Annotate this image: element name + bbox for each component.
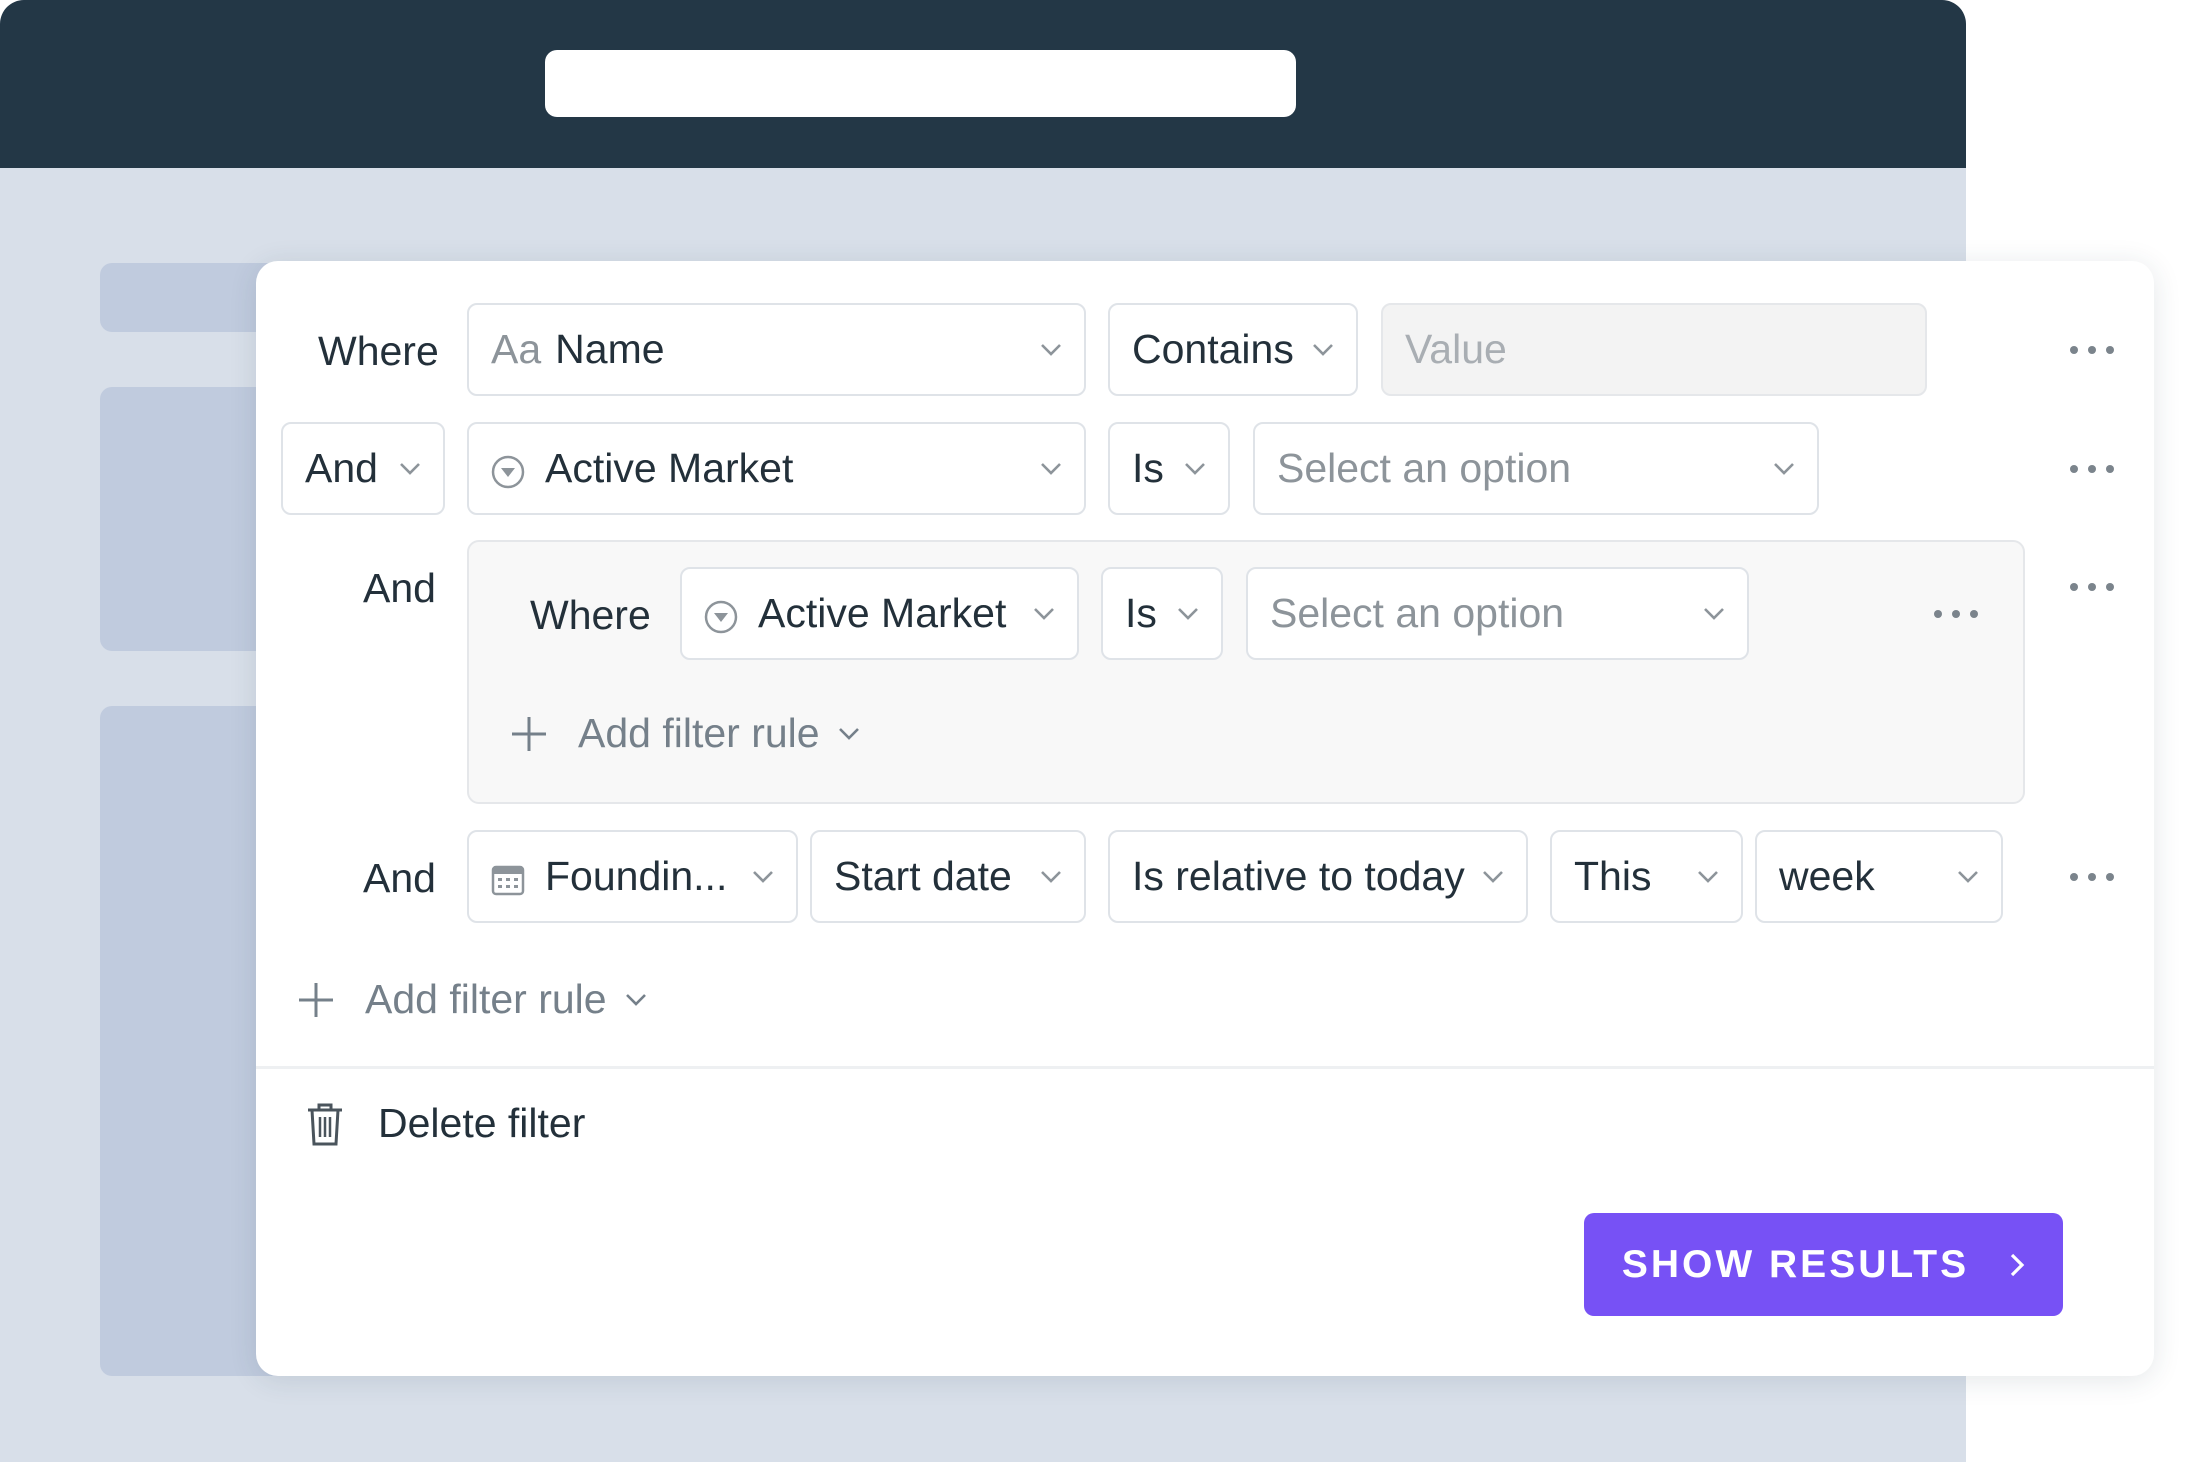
connector-dropdown[interactable]: And — [281, 422, 445, 515]
operator-dropdown[interactable]: Contains — [1108, 303, 1358, 396]
field-dropdown-founding[interactable]: Foundin... — [467, 830, 798, 923]
group-more-options-icon[interactable] — [1934, 607, 1978, 621]
chevron-down-icon — [1312, 343, 1334, 357]
show-results-label: SHOW RESULTS — [1621, 1242, 1970, 1286]
select-property-icon — [704, 597, 738, 633]
chevron-down-icon — [1697, 870, 1719, 884]
operator-dropdown[interactable]: Is — [1108, 422, 1230, 515]
field-label: Foundin... — [545, 853, 728, 899]
group-add-filter-rule-button[interactable]: Add filter rule — [510, 710, 860, 757]
trash-icon — [306, 1101, 344, 1147]
chevron-down-icon — [1703, 607, 1725, 621]
date-part-dropdown[interactable]: Start date — [810, 830, 1086, 923]
field-dropdown-active-market[interactable]: Active Market — [467, 422, 1086, 515]
field-dropdown-name[interactable]: Aa Name — [467, 303, 1086, 396]
plus-icon — [510, 715, 548, 753]
more-options-icon[interactable] — [2070, 462, 2114, 476]
more-options-icon[interactable] — [2070, 580, 2114, 594]
chevron-down-icon — [1773, 462, 1795, 476]
value-placeholder: Select an option — [1270, 590, 1565, 636]
value-select-dropdown[interactable]: Select an option — [1253, 422, 1819, 515]
operator-dropdown[interactable]: Is relative to today — [1108, 830, 1528, 923]
unit-label: week — [1779, 853, 1875, 899]
delete-filter-button[interactable]: Delete filter — [306, 1100, 585, 1147]
field-label: Active Market — [758, 590, 1007, 636]
connector-label: Where — [318, 328, 439, 374]
value-input[interactable]: Value — [1381, 303, 1927, 396]
chevron-down-icon — [1033, 607, 1055, 621]
text-type-icon: Aa — [491, 326, 542, 372]
field-label: Active Market — [545, 445, 794, 491]
chevron-down-icon — [1040, 870, 1062, 884]
relative-dropdown[interactable]: This — [1550, 830, 1743, 923]
operator-label: Contains — [1132, 326, 1294, 372]
group-connector-label: Where — [530, 592, 651, 638]
chevron-down-icon — [399, 462, 421, 476]
chevron-down-icon — [838, 727, 860, 741]
group-field-dropdown[interactable]: Active Market — [680, 567, 1079, 660]
connector-label: And — [363, 855, 436, 901]
add-filter-rule-label: Add filter rule — [578, 710, 820, 756]
search-bar[interactable] — [545, 50, 1296, 117]
chevron-down-icon — [752, 870, 774, 884]
calendar-icon — [491, 860, 525, 895]
field-label: Name — [555, 326, 665, 372]
date-part-label: Start date — [834, 853, 1012, 899]
chevron-down-icon — [1040, 343, 1062, 357]
chevron-right-icon — [2009, 1252, 2025, 1278]
operator-label: Is relative to today — [1132, 853, 1465, 899]
chevron-down-icon — [1957, 870, 1979, 884]
relative-label: This — [1574, 853, 1652, 899]
plus-icon — [297, 981, 335, 1019]
chevron-down-icon — [1177, 607, 1199, 621]
group-operator-dropdown[interactable]: Is — [1101, 567, 1223, 660]
select-property-icon — [491, 452, 525, 488]
group-value-select-dropdown[interactable]: Select an option — [1246, 567, 1749, 660]
add-filter-rule-label: Add filter rule — [365, 976, 607, 1022]
chevron-down-icon — [625, 993, 647, 1007]
chevron-down-icon — [1482, 870, 1504, 884]
value-placeholder: Select an option — [1277, 445, 1572, 491]
more-options-icon[interactable] — [2070, 870, 2114, 884]
more-options-icon[interactable] — [2070, 343, 2114, 357]
operator-label: Is — [1125, 590, 1157, 636]
operator-label: Is — [1132, 445, 1164, 491]
top-bar — [0, 0, 1966, 168]
add-filter-rule-button[interactable]: Add filter rule — [297, 976, 647, 1023]
value-placeholder: Value — [1405, 326, 1507, 372]
unit-dropdown[interactable]: week — [1755, 830, 2003, 923]
chevron-down-icon — [1040, 462, 1062, 476]
connector-label: And — [305, 445, 378, 491]
chevron-down-icon — [1184, 462, 1206, 476]
connector-label: And — [363, 565, 436, 611]
divider — [256, 1066, 2154, 1069]
delete-filter-label: Delete filter — [378, 1100, 586, 1146]
show-results-button[interactable]: SHOW RESULTS — [1584, 1213, 2063, 1316]
